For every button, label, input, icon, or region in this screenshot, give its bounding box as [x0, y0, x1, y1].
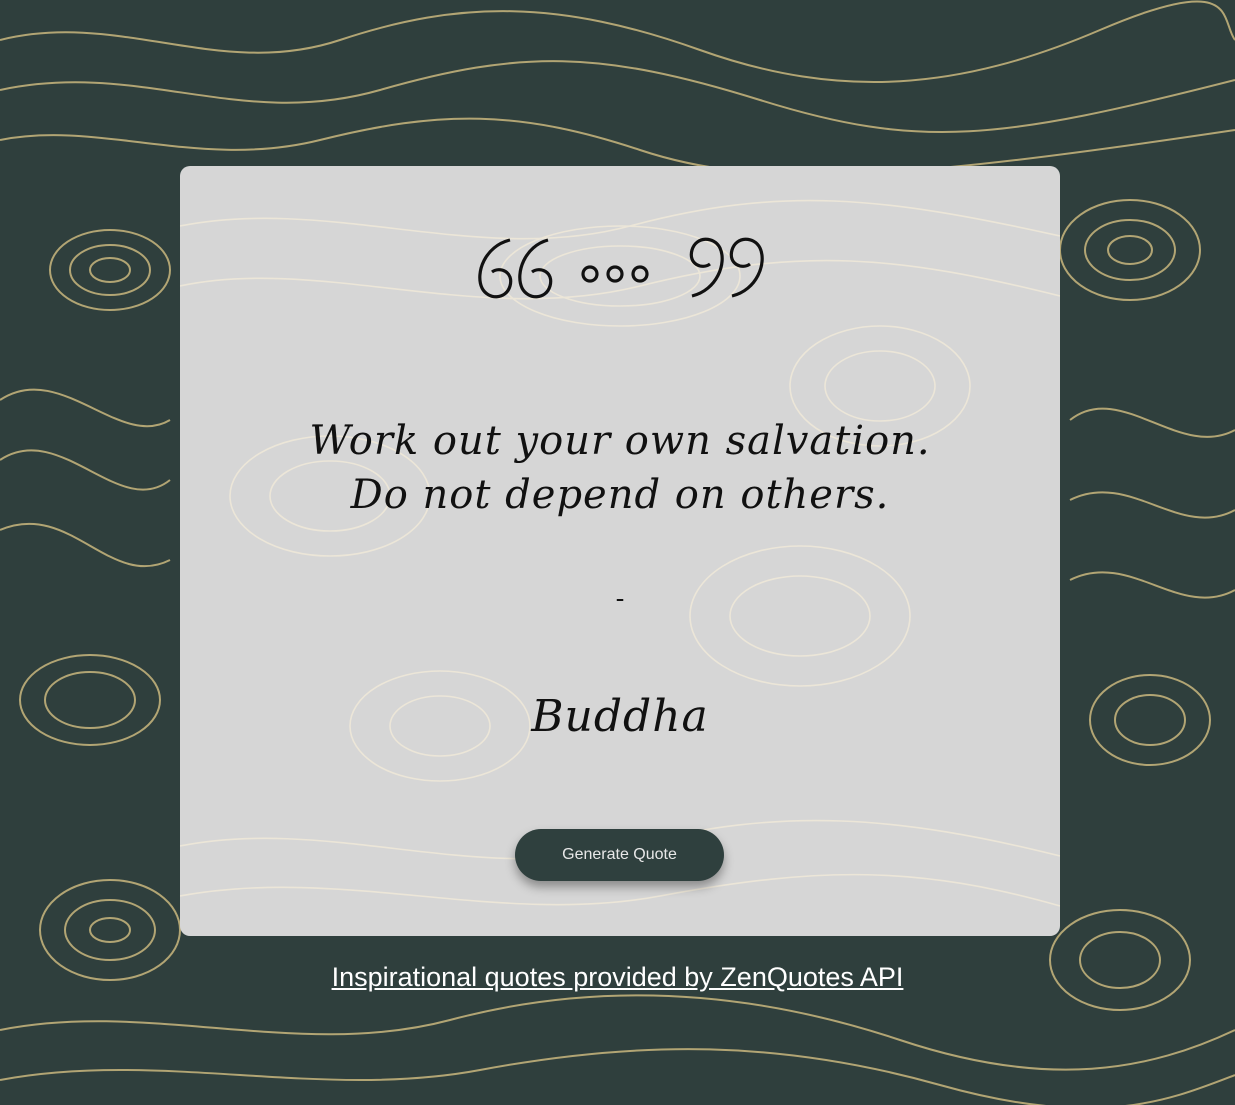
quote-ellipsis-icon: [478, 237, 764, 299]
quote-author: Buddha: [531, 691, 709, 742]
zenquotes-attribution-link[interactable]: Inspirational quotes provided by ZenQuot…: [332, 962, 904, 992]
footer: Inspirational quotes provided by ZenQuot…: [0, 962, 1235, 993]
quote-line-1: Work out your own salvation.: [309, 418, 931, 464]
quote-card: Work out your own salvation. Do not depe…: [180, 166, 1060, 936]
quote-text: Work out your own salvation. Do not depe…: [220, 414, 1020, 522]
quote-separator: -: [615, 584, 625, 614]
generate-quote-button[interactable]: Generate Quote: [515, 829, 724, 881]
quote-line-2: Do not depend on others.: [350, 472, 890, 518]
